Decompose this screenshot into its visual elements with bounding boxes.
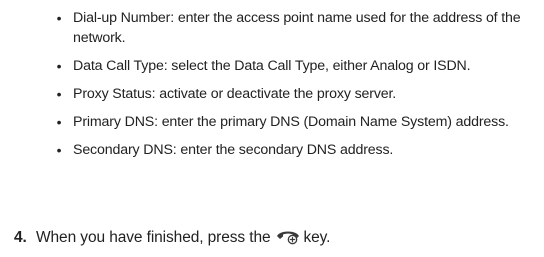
bullet-icon: •: [56, 58, 62, 74]
list-item: • Proxy Status: activate or deactivate t…: [54, 84, 540, 104]
list-item: • Dial-up Number: enter the access point…: [54, 8, 540, 48]
bullet-icon: •: [56, 142, 62, 158]
settings-bullet-list: • Dial-up Number: enter the access point…: [54, 8, 540, 168]
bullet-text: Proxy Status: activate or deactivate the…: [73, 86, 397, 102]
list-item: • Data Call Type: select the Data Call T…: [54, 56, 540, 76]
bullet-text: Primary DNS: enter the primary DNS (Doma…: [73, 114, 509, 130]
end-call-key-icon: [275, 227, 301, 245]
list-item: • Secondary DNS: enter the secondary DNS…: [54, 140, 540, 160]
bullet-icon: •: [56, 114, 62, 130]
list-item: • Primary DNS: enter the primary DNS (Do…: [54, 112, 540, 132]
bullet-icon: •: [56, 86, 62, 102]
document-page: • Dial-up Number: enter the access point…: [0, 0, 544, 257]
step-number: 4.: [14, 229, 27, 246]
bullet-icon: •: [56, 10, 62, 26]
step-text-end: key.: [303, 229, 331, 246]
step-text: When you have finished, press the: [36, 229, 271, 246]
bullet-text: Secondary DNS: enter the secondary DNS a…: [73, 142, 394, 158]
step-instruction: 4. When you have finished, press the key.: [14, 227, 331, 249]
bullet-text: Data Call Type: select the Data Call Typ…: [73, 58, 471, 74]
bullet-text: Dial-up Number: enter the access point n…: [73, 10, 521, 46]
